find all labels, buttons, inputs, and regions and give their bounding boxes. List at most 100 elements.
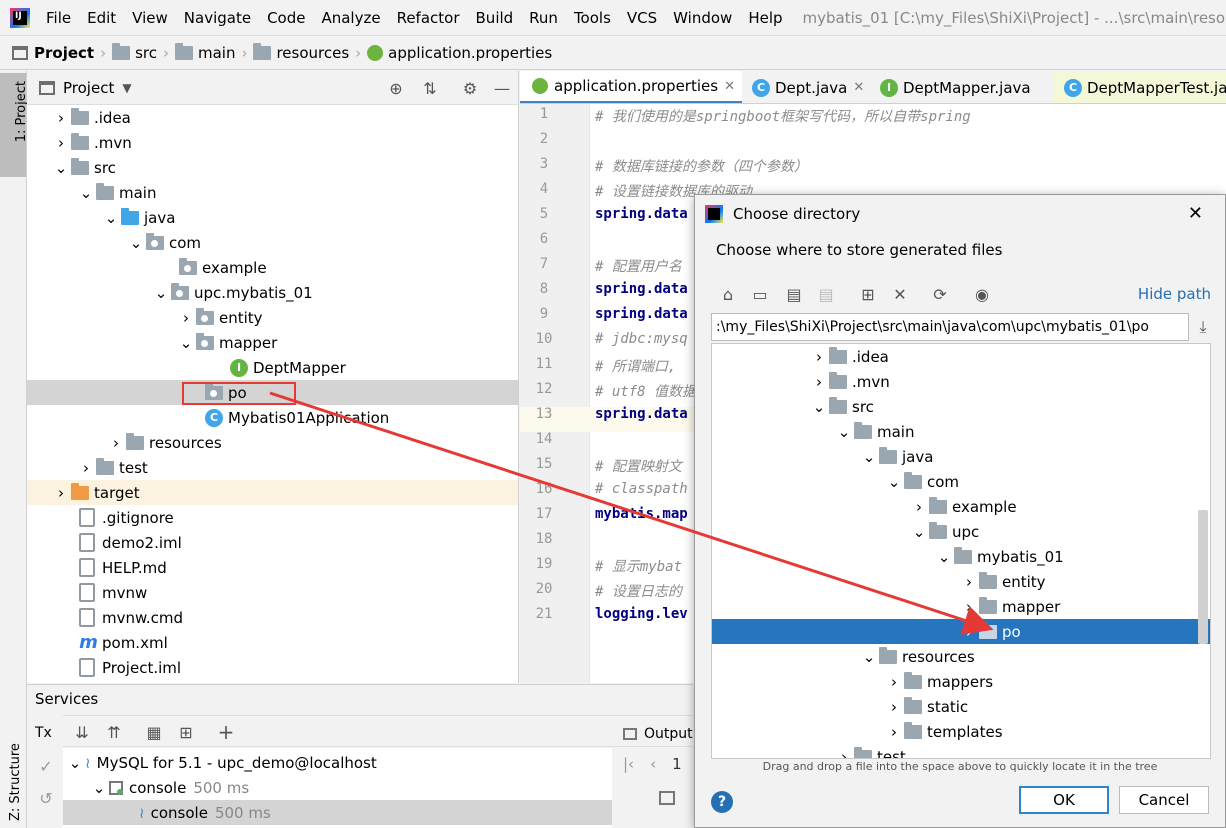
menu-code[interactable]: Code bbox=[267, 9, 305, 27]
chevron-down-icon[interactable]: ⌄ bbox=[884, 469, 904, 494]
module-folder-icon[interactable]: ▤ bbox=[815, 283, 837, 305]
tree-item-pom-xml[interactable]: m pom.xml bbox=[77, 630, 168, 655]
locate-icon[interactable]: ⊕ bbox=[385, 77, 407, 99]
dir-item-mappers[interactable]: › mappers bbox=[884, 669, 993, 694]
chevron-down-icon[interactable]: ⌄ bbox=[859, 644, 879, 669]
service-console-group[interactable]: ⌄ console 500 ms bbox=[89, 775, 249, 800]
dir-item-src[interactable]: ⌄ src bbox=[809, 394, 874, 419]
filter-icon[interactable]: ⊞ bbox=[175, 721, 197, 743]
tree-scrollbar[interactable] bbox=[1198, 510, 1208, 644]
chevron-right-icon[interactable]: › bbox=[76, 455, 96, 480]
collapse-all-icon[interactable]: ⇈ bbox=[103, 721, 125, 743]
gear-icon[interactable]: ⚙ bbox=[459, 77, 481, 99]
cancel-button[interactable]: Cancel bbox=[1119, 786, 1209, 814]
delete-icon[interactable]: ✕ bbox=[889, 283, 911, 305]
menu-build[interactable]: Build bbox=[476, 9, 514, 27]
path-field[interactable]: :\my_Files\ShiXi\Project\src\main\java\c… bbox=[711, 313, 1189, 341]
tree-item-project-iml[interactable]: Project.iml bbox=[77, 655, 181, 680]
chevron-right-icon[interactable]: › bbox=[51, 130, 71, 155]
chevron-right-icon[interactable]: › bbox=[959, 594, 979, 619]
dir-item-com[interactable]: ⌄ com bbox=[884, 469, 959, 494]
prev-page-icon[interactable]: ‹ bbox=[650, 755, 656, 773]
chevron-down-icon[interactable]: ⌄ bbox=[126, 230, 146, 255]
menu-view[interactable]: View bbox=[132, 9, 168, 27]
menu-vcs[interactable]: VCS bbox=[627, 9, 657, 27]
tree-item-demo2-iml[interactable]: demo2.iml bbox=[77, 530, 182, 555]
menu-file[interactable]: File bbox=[46, 9, 71, 27]
menu-edit[interactable]: Edit bbox=[87, 9, 116, 27]
tab-deptmapper-java[interactable]: I DeptMapper.java bbox=[880, 71, 1031, 103]
chevron-down-icon[interactable]: ⌄ bbox=[176, 330, 196, 355]
chevron-right-icon[interactable]: › bbox=[51, 105, 71, 130]
chevron-right-icon[interactable]: › bbox=[834, 744, 854, 759]
tree-item-resources[interactable]: › resources bbox=[106, 430, 222, 455]
tree-item-idea[interactable]: › .idea bbox=[51, 105, 131, 130]
chevron-down-icon[interactable]: ⌄ bbox=[65, 750, 85, 775]
expand-all-icon[interactable]: ⇊ bbox=[71, 721, 93, 743]
chevron-down-icon[interactable]: ⌄ bbox=[76, 180, 96, 205]
chevron-down-icon[interactable]: ⌄ bbox=[909, 519, 929, 544]
tree-item-mybatis01application[interactable]: C Mybatis01Application bbox=[205, 405, 389, 430]
chevron-down-icon[interactable]: ⌄ bbox=[809, 394, 829, 419]
chevron-down-icon[interactable]: ▼ bbox=[122, 81, 131, 95]
tool-tab-structure[interactable]: Z: Structure bbox=[0, 731, 26, 827]
menu-analyze[interactable]: Analyze bbox=[321, 9, 380, 27]
tree-item-deptmapper[interactable]: I DeptMapper bbox=[230, 355, 346, 380]
project-folder-icon[interactable]: ▤ bbox=[783, 283, 805, 305]
chevron-down-icon[interactable]: ⌄ bbox=[89, 775, 109, 800]
new-folder-icon[interactable]: ⊞ bbox=[857, 283, 879, 305]
home-icon[interactable]: ⌂ bbox=[717, 283, 739, 305]
tool-tab-project[interactable]: 1: Project bbox=[0, 73, 29, 177]
dir-item-static[interactable]: › static bbox=[884, 694, 968, 719]
tree-item-src[interactable]: ⌄ src bbox=[51, 155, 116, 180]
tree-item-mapper[interactable]: ⌄ mapper bbox=[176, 330, 277, 355]
help-button[interactable]: ? bbox=[711, 791, 733, 813]
tree-item-example[interactable]: example bbox=[171, 255, 267, 280]
tree-item-mvnw[interactable]: mvnw bbox=[77, 580, 147, 605]
menu-help[interactable]: Help bbox=[748, 9, 782, 27]
breadcrumb-main[interactable]: main bbox=[198, 44, 235, 62]
tree-item-gitignore[interactable]: .gitignore bbox=[77, 505, 174, 530]
dir-item-mybatis01[interactable]: ⌄ mybatis_01 bbox=[934, 544, 1064, 569]
tree-item-upc-mybatis[interactable]: ⌄ upc.mybatis_01 bbox=[151, 280, 313, 305]
chevron-right-icon[interactable]: › bbox=[176, 305, 196, 330]
dir-item-mapper[interactable]: › mapper bbox=[959, 594, 1060, 619]
tree-item-java[interactable]: ⌄ java bbox=[101, 205, 175, 230]
close-icon[interactable]: ✕ bbox=[724, 79, 735, 94]
menu-tools[interactable]: Tools bbox=[574, 9, 611, 27]
tab-application-properties[interactable]: application.properties ✕ bbox=[520, 71, 742, 103]
service-mysql[interactable]: ⌄ ≀ MySQL for 5.1 - upc_demo@localhost bbox=[65, 750, 377, 775]
desktop-icon[interactable]: ▭ bbox=[749, 283, 771, 305]
collapse-icon[interactable]: ⇅ bbox=[419, 77, 441, 99]
commit-check-icon[interactable]: ✓ bbox=[35, 755, 57, 777]
project-panel-title[interactable]: Project bbox=[63, 79, 114, 97]
dir-item-entity[interactable]: › entity bbox=[959, 569, 1046, 594]
dir-item-upc[interactable]: ⌄ upc bbox=[909, 519, 979, 544]
ok-button[interactable]: OK bbox=[1019, 786, 1109, 814]
chevron-down-icon[interactable]: ⌄ bbox=[51, 155, 71, 180]
chevron-right-icon[interactable]: › bbox=[51, 480, 71, 505]
first-page-icon[interactable]: |‹ bbox=[623, 755, 634, 773]
menu-window[interactable]: Window bbox=[673, 9, 732, 27]
tree-item-mvnw-cmd[interactable]: mvnw.cmd bbox=[77, 605, 183, 630]
show-hidden-icon[interactable]: ◉ bbox=[971, 283, 993, 305]
tree-item-com[interactable]: ⌄ com bbox=[126, 230, 201, 255]
chevron-down-icon[interactable]: ⌄ bbox=[101, 205, 121, 230]
chevron-right-icon[interactable]: › bbox=[809, 369, 829, 394]
rollback-icon[interactable]: ↺ bbox=[35, 787, 57, 809]
tree-item-entity[interactable]: › entity bbox=[176, 305, 263, 330]
tree-item-test[interactable]: › test bbox=[76, 455, 148, 480]
dir-item-templates[interactable]: › templates bbox=[884, 719, 1003, 744]
dir-item-idea[interactable]: › .idea bbox=[809, 344, 889, 369]
chevron-right-icon[interactable]: › bbox=[884, 669, 904, 694]
chevron-down-icon[interactable]: ⌄ bbox=[151, 280, 171, 305]
dir-item-test[interactable]: › test bbox=[834, 744, 906, 759]
chevron-right-icon[interactable]: › bbox=[909, 494, 929, 519]
chevron-down-icon[interactable]: ⌄ bbox=[834, 419, 854, 444]
tree-item-target[interactable]: › target bbox=[51, 480, 140, 505]
close-icon[interactable]: ✕ bbox=[1188, 203, 1203, 224]
chevron-down-icon[interactable]: ⌄ bbox=[859, 444, 879, 469]
chevron-right-icon[interactable]: › bbox=[959, 569, 979, 594]
chevron-right-icon[interactable]: › bbox=[884, 719, 904, 744]
menu-run[interactable]: Run bbox=[529, 9, 558, 27]
